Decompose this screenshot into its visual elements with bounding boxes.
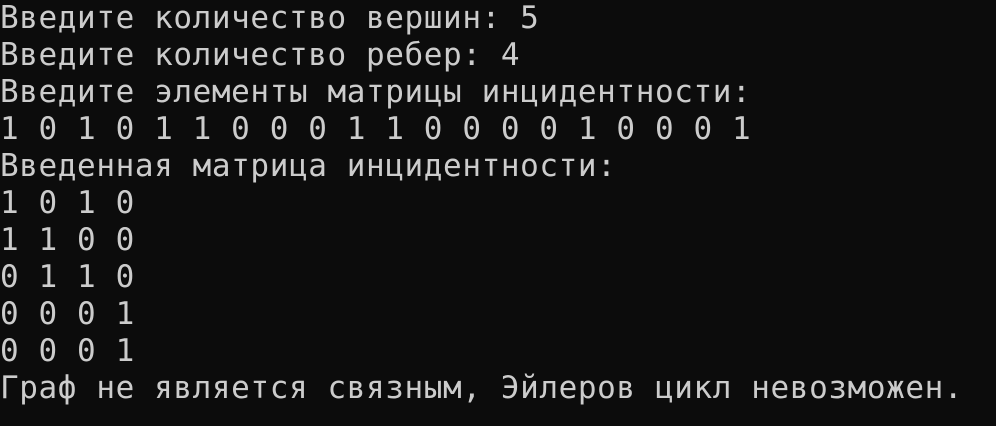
prompt-vertex-count: Введите количество вершин: 5: [0, 0, 540, 36]
prompt-matrix-elements: Введите элементы матрицы инцидентности:: [0, 74, 752, 110]
result-message: Граф не является связным, Эйлеров цикл н…: [0, 370, 964, 406]
entered-matrix-heading: Введенная матрица инцидентности:: [0, 148, 617, 184]
matrix-row-3: 0 1 1 0: [0, 259, 135, 295]
matrix-row-1: 1 0 1 0: [0, 185, 135, 221]
matrix-row-2: 1 1 0 0: [0, 222, 135, 258]
input-matrix-elements: 1 0 1 0 1 1 0 0 0 1 1 0 0 0 0 1 0 0 0 1: [0, 111, 752, 147]
matrix-row-5: 0 0 0 1: [0, 333, 135, 369]
console-window[interactable]: Введите количество вершин: 5 Введите кол…: [0, 0, 996, 426]
prompt-edge-count: Введите количество ребер: 4: [0, 37, 521, 73]
matrix-row-4: 0 0 0 1: [0, 296, 135, 332]
